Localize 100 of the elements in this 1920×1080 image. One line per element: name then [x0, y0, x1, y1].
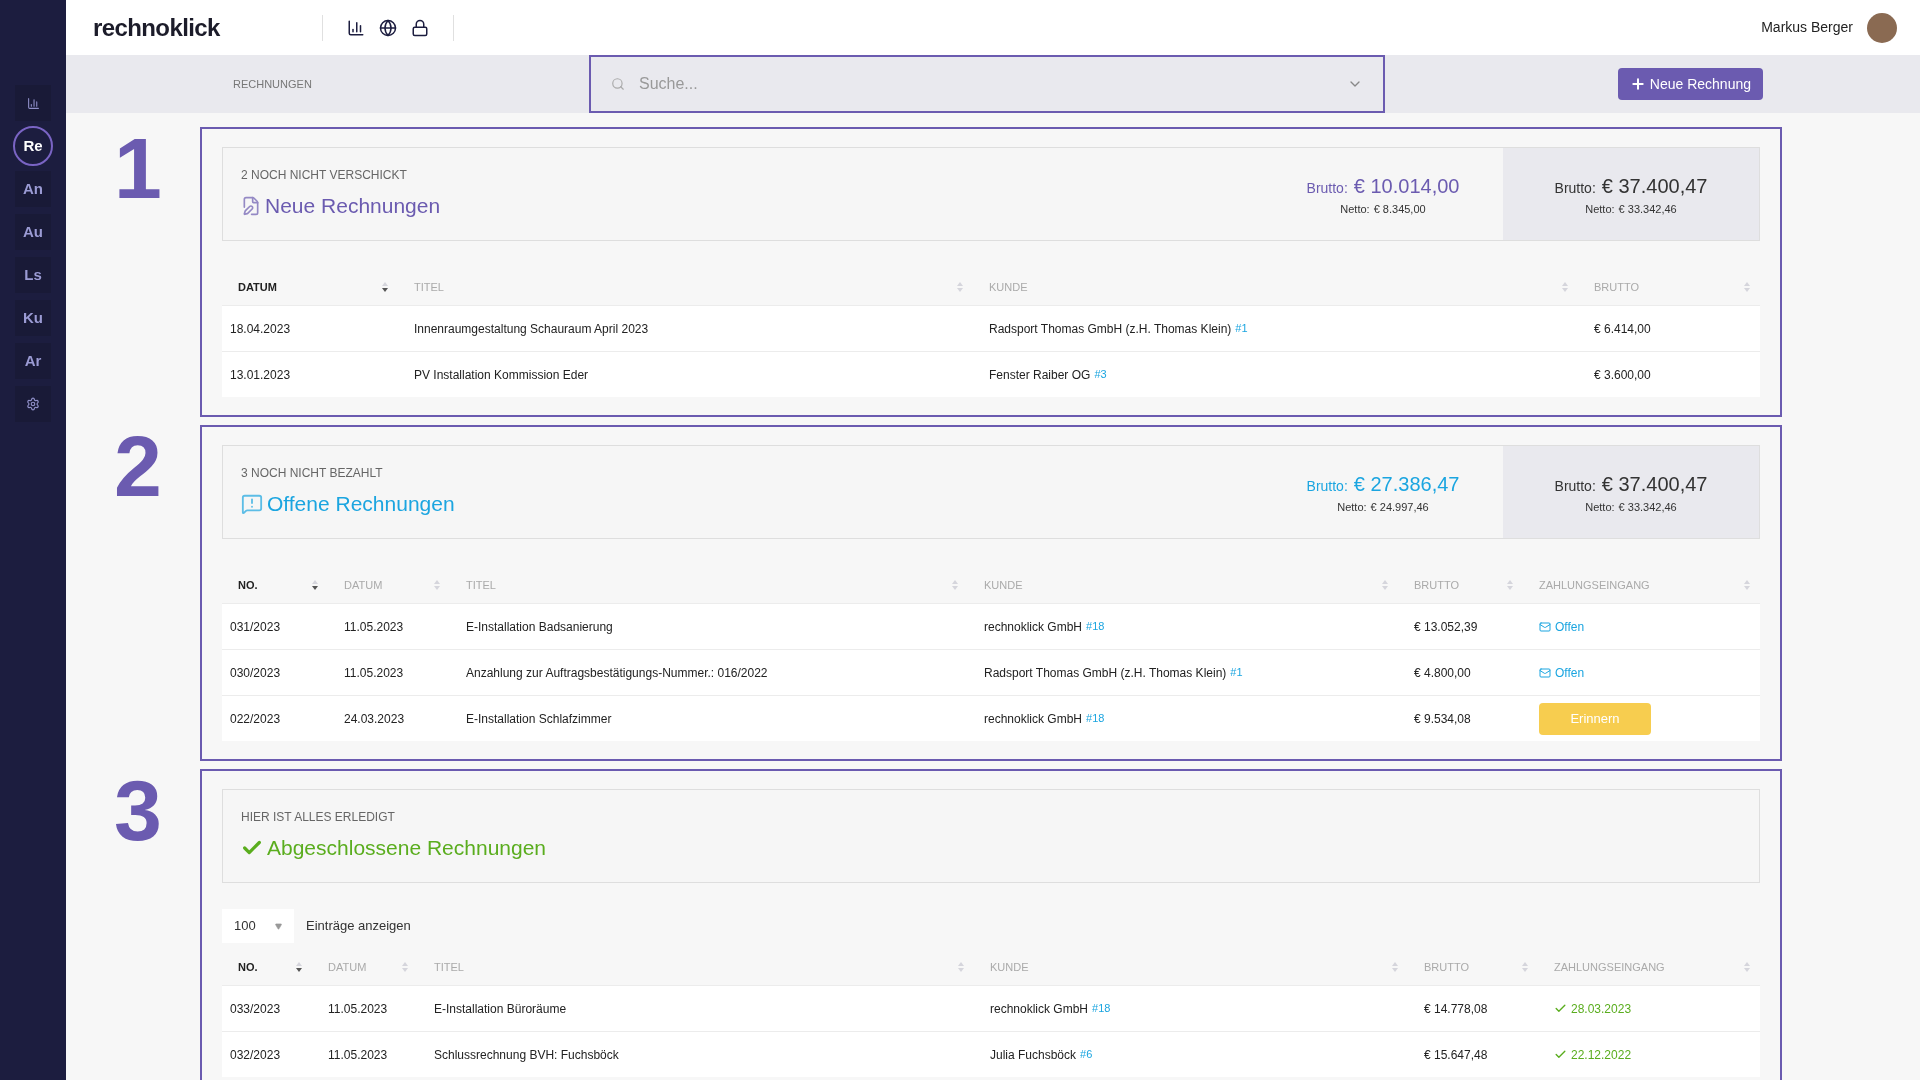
speech-bubble-alert-icon: [241, 493, 263, 515]
payment-date: 22.12.2022: [1571, 1046, 1632, 1064]
column-header[interactable]: NO.: [238, 576, 258, 594]
table-cell-text: PV Installation Kommission Eder: [413, 366, 590, 384]
table-row[interactable]: 030/2023 11.05.2023 Anzahlung zur Auftragsbestätigungs-Nummer.: 016/2022 Radsport Thomas GmbH (z.H. Thomas Klein) #1 € 4.800,00 Offen: [222, 649, 1760, 695]
sidebar-item[interactable]: Re: [13, 126, 53, 166]
lock-icon[interactable]: [411, 18, 429, 37]
sort-icon: [1744, 580, 1750, 590]
table-cell-text: E-Installation Badsanierung: [465, 618, 614, 636]
user-name[interactable]: Markus Berger: [1761, 17, 1853, 38]
customer-link[interactable]: #18: [1086, 617, 1105, 636]
caret-icon: [275, 922, 282, 930]
document-pen-icon: [241, 196, 261, 216]
column-header[interactable]: KUNDE: [989, 278, 1028, 296]
customer-name: rechnoklick GmbH: [984, 710, 1083, 728]
table-cell-text: € 3.600,00: [1593, 366, 1652, 384]
sidebar-item[interactable]: [15, 386, 51, 422]
section-number: 1: [114, 125, 162, 218]
sidebar-item[interactable]: An: [15, 171, 51, 207]
sort-icon: [434, 580, 440, 590]
customer-link[interactable]: #18: [1092, 999, 1111, 1018]
sort-icon: [312, 580, 318, 590]
column-header[interactable]: BRUTTO: [1594, 278, 1640, 296]
column-header[interactable]: DATUM: [238, 278, 277, 296]
sidebar-item[interactable]: Ar: [15, 343, 51, 379]
envelope-icon: [1539, 620, 1551, 633]
avatar[interactable]: [1867, 12, 1897, 43]
table-row[interactable]: 18.04.2023 Innenraumgestaltung Schauraum April 2023 Radsport Thomas GmbH (z.H. Thomas Klein) #1 € 6.414,00: [222, 305, 1760, 351]
sidebar-item[interactable]: Ls: [15, 257, 51, 293]
table-cell-text: 030/2023: [229, 664, 282, 682]
check-icon: [1554, 1048, 1567, 1061]
customer-name: Radsport Thomas GmbH (z.H. Thomas Klein): [989, 320, 1232, 338]
page-size-select[interactable]: 100: [222, 909, 294, 943]
column-header[interactable]: DATUM: [344, 576, 383, 594]
page-size-label: Einträge anzeigen: [306, 917, 411, 936]
bar-chart-icon: [26, 96, 40, 110]
table-cell-text: Innenraumgestaltung Schauraum April 2023: [413, 320, 650, 338]
sidebar-item[interactable]: Au: [15, 214, 51, 250]
table-cell-text: 24.03.2023: [343, 710, 406, 728]
column-header[interactable]: TITEL: [414, 278, 444, 296]
section-subtitle: HIER IST ALLES ERLEDIGT: [241, 809, 396, 827]
column-header[interactable]: BRUTTO: [1424, 958, 1470, 976]
column-header[interactable]: DATUM: [328, 958, 367, 976]
globe-icon[interactable]: [379, 18, 397, 37]
table-cell-text: 032/2023: [229, 1046, 282, 1064]
table-cell-text: € 9.534,08: [1413, 710, 1472, 728]
netto-label: Netto:: [1337, 499, 1367, 515]
table-cell-text: 11.05.2023: [343, 618, 405, 636]
column-header[interactable]: ZAHLUNGSEINGANG: [1554, 958, 1665, 976]
payment-status: Offen: [1555, 664, 1585, 682]
column-header[interactable]: TITEL: [434, 958, 464, 976]
column-header[interactable]: BRUTTO: [1414, 576, 1460, 594]
sort-icon: [382, 282, 388, 292]
netto-label: Netto:: [1585, 499, 1615, 515]
bar-chart-icon[interactable]: [347, 18, 365, 37]
table-cell-text: E-Installation Büroräume: [433, 1000, 568, 1018]
table-row[interactable]: 022/2023 24.03.2023 E-Installation Schlafzimmer rechnoklick GmbH #18 € 9.534,08 Erinnern: [222, 695, 1760, 741]
section-subtitle: 2 NOCH NICHT VERSCHICKT: [241, 167, 408, 185]
table-cell-text: 031/2023: [229, 618, 282, 636]
search-input[interactable]: Suche...: [639, 72, 1333, 96]
table-row[interactable]: 032/2023 11.05.2023 Schlussrechnung BVH: Fuchsböck Julia Fuchsböck #6 € 15.647,48 22.12.2022: [222, 1031, 1760, 1077]
customer-link[interactable]: #1: [1235, 319, 1248, 338]
table-row[interactable]: 031/2023 11.05.2023 E-Installation Badsanierung rechnoklick GmbH #18 € 13.052,39 Offen: [222, 603, 1760, 649]
search-field[interactable]: Suche...: [589, 55, 1385, 113]
column-header[interactable]: ZAHLUNGSEINGANG: [1539, 576, 1650, 594]
brutto-label: Brutto:: [1306, 178, 1348, 198]
column-header[interactable]: KUNDE: [984, 576, 1023, 594]
sort-icon: [1507, 580, 1513, 590]
new-invoice-button[interactable]: Neue Rechnung: [1617, 68, 1763, 100]
table-row[interactable]: 13.01.2023 PV Installation Kommission Eder Fenster Raiber OG #3 € 3.600,00: [222, 351, 1760, 397]
customer-link[interactable]: #18: [1086, 709, 1105, 728]
netto-label: Netto:: [1340, 201, 1370, 217]
netto-amount: € 33.342,46: [1618, 499, 1677, 515]
customer-link[interactable]: #3: [1094, 365, 1107, 384]
customer-link[interactable]: #6: [1080, 1045, 1093, 1064]
column-header[interactable]: NO.: [238, 958, 258, 976]
customer-name: rechnoklick GmbH: [990, 1000, 1089, 1018]
customer-name: Julia Fuchsböck: [990, 1046, 1077, 1064]
section-title: Abgeschlossene Rechnungen: [267, 835, 547, 862]
remind-button[interactable]: Erinnern: [1539, 702, 1651, 735]
breadcrumb[interactable]: RECHNUNGEN: [233, 75, 589, 93]
table-cell-text: 11.05.2023: [343, 664, 405, 682]
sort-icon: [1744, 282, 1750, 292]
sort-icon: [1562, 282, 1568, 292]
table-cell-text: Anzahlung zur Auftragsbestätigungs-Nummer.: 016/2022: [465, 664, 769, 682]
sort-icon: [402, 962, 408, 972]
table-cell-text: 11.05.2023: [327, 1000, 389, 1018]
column-header[interactable]: KUNDE: [990, 958, 1029, 976]
brutto-label: Brutto:: [1306, 476, 1348, 496]
customer-link[interactable]: #1: [1230, 663, 1243, 682]
table-row[interactable]: 033/2023 11.05.2023 E-Installation Büroräume rechnoklick GmbH #18 € 14.778,08 28.03.2023: [222, 985, 1760, 1031]
section-number: 2: [114, 423, 162, 516]
sidebar-item[interactable]: [15, 85, 51, 121]
brutto-label: Brutto:: [1554, 476, 1596, 496]
sort-icon: [1744, 962, 1750, 972]
column-header[interactable]: TITEL: [466, 576, 496, 594]
sidebar-item[interactable]: Ku: [15, 300, 51, 336]
sort-icon: [1392, 962, 1398, 972]
section-title: Neue Rechnungen: [265, 193, 441, 220]
table-cell-text: 022/2023: [229, 710, 282, 728]
